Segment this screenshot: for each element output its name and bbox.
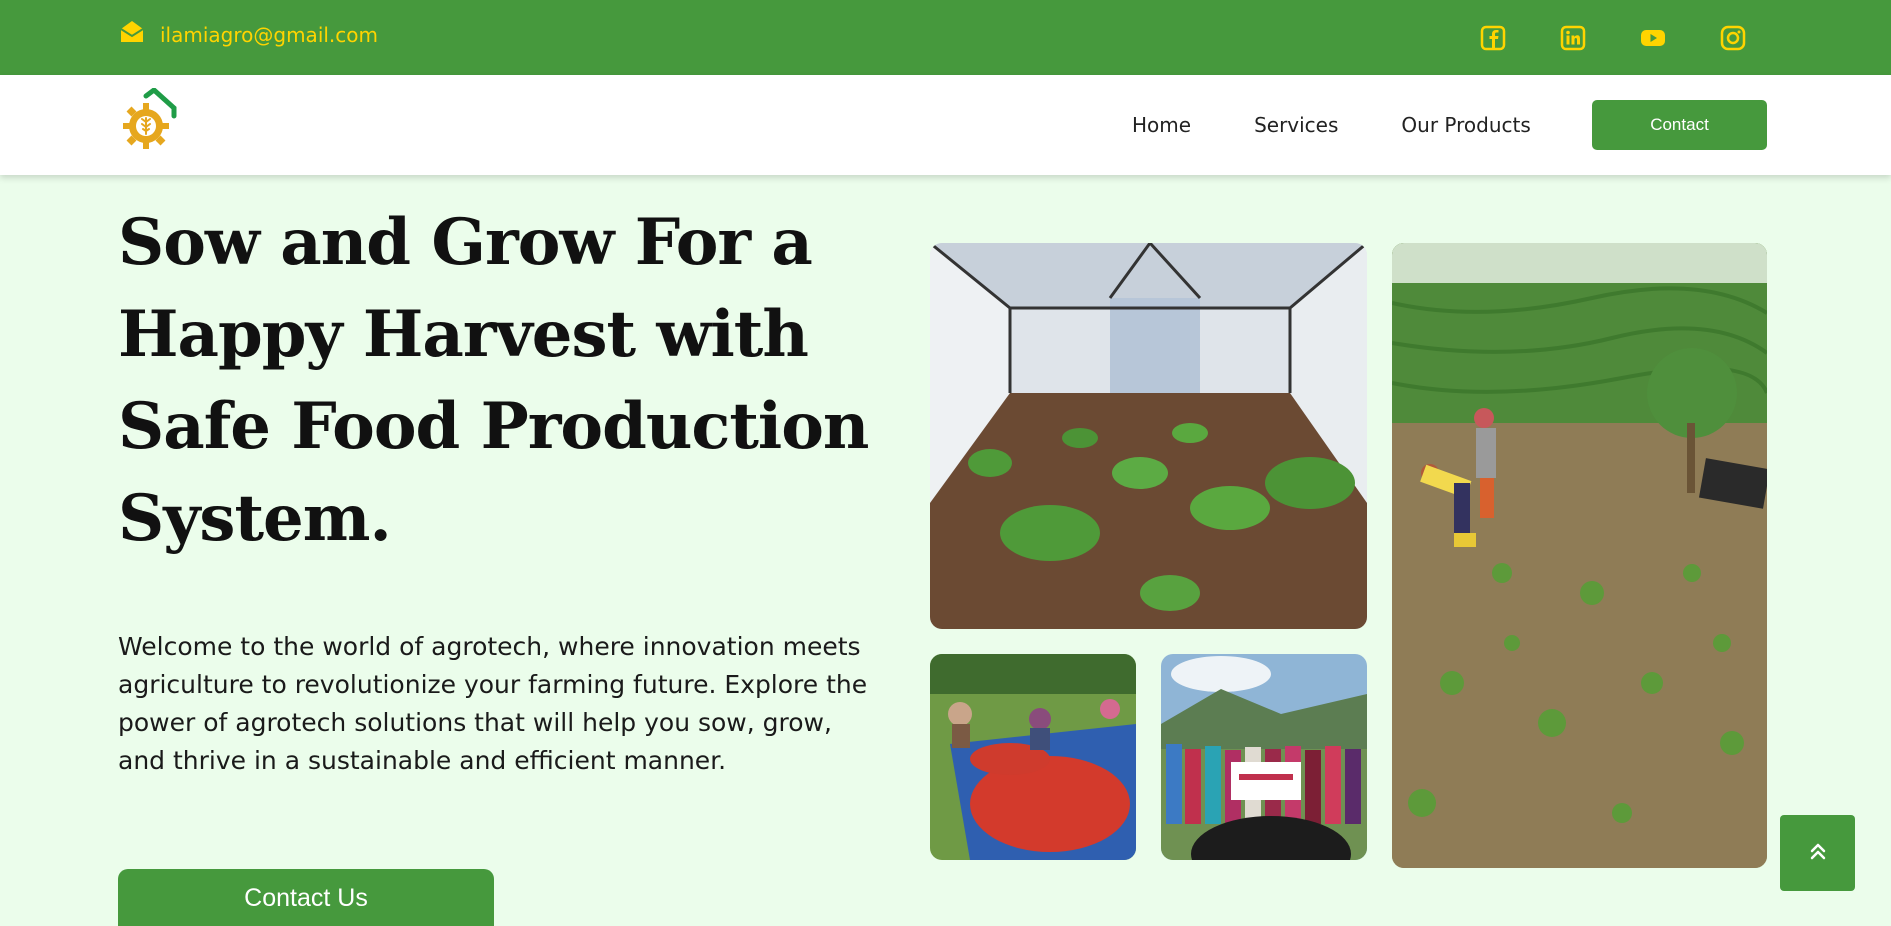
social-links bbox=[1475, 20, 1751, 56]
seed-drying-photo bbox=[930, 654, 1136, 860]
main-nav: Home Services Our Products bbox=[1132, 113, 1531, 137]
scroll-to-top-button[interactable] bbox=[1780, 815, 1855, 891]
planting-photo bbox=[1392, 243, 1767, 868]
youtube-icon[interactable] bbox=[1635, 20, 1671, 56]
hero-description: Welcome to the world of agrotech, where … bbox=[118, 632, 868, 775]
wheat-gear-logo-icon bbox=[123, 86, 177, 149]
nav-home[interactable]: Home bbox=[1132, 113, 1191, 137]
greenhouse-photo bbox=[930, 243, 1367, 629]
facebook-icon[interactable] bbox=[1475, 20, 1511, 56]
email-link[interactable]: ilamiagro@gmail.com bbox=[118, 18, 378, 51]
email-text: ilamiagro@gmail.com bbox=[160, 22, 378, 47]
envelope-icon bbox=[118, 18, 146, 51]
contact-us-button[interactable]: Contact Us bbox=[118, 869, 494, 926]
nav-our-products[interactable]: Our Products bbox=[1401, 113, 1530, 137]
double-chevron-up-icon bbox=[1806, 839, 1830, 867]
instagram-icon[interactable] bbox=[1715, 20, 1751, 56]
group-meeting-photo bbox=[1161, 654, 1367, 860]
logo[interactable] bbox=[116, 86, 186, 154]
hero-title: Sow and Grow For a Happy Harvest with Sa… bbox=[118, 205, 869, 556]
contact-button[interactable]: Contact bbox=[1592, 100, 1767, 150]
linkedin-icon[interactable] bbox=[1555, 20, 1591, 56]
nav-services[interactable]: Services bbox=[1254, 113, 1338, 137]
